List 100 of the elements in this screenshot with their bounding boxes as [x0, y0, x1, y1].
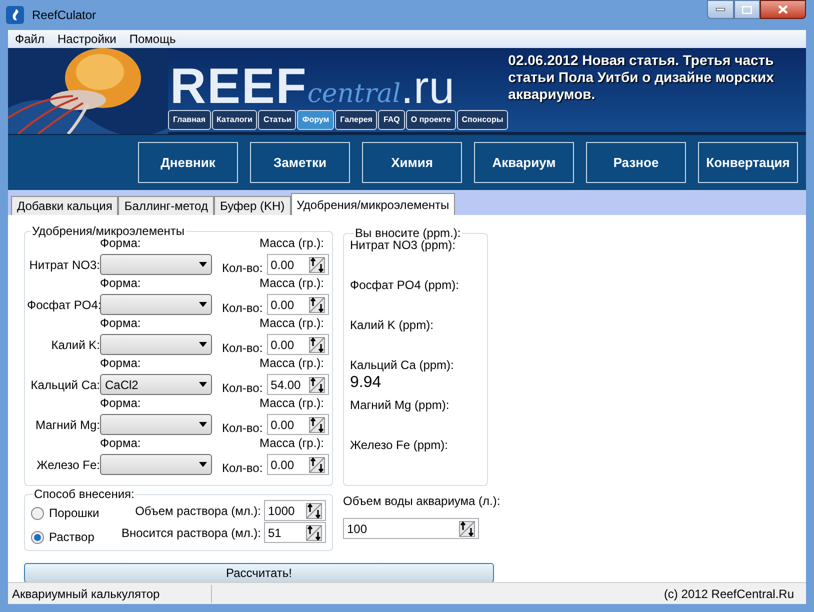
calculate-button[interactable]: Рассчитать! [24, 563, 494, 583]
news-text: 02.06.2012 Новая статья. Третья часть статьи Пола Уитби о дизайне морских аквариумов. [508, 52, 775, 104]
form-label: Форма: [100, 277, 141, 289]
minimize-button[interactable] [707, 0, 734, 19]
nav-button[interactable]: Заметки [250, 142, 350, 183]
site-link[interactable]: Статьи [258, 110, 296, 130]
form-label: Форма: [100, 237, 141, 249]
volume-label: Объем воды аквариума (л.): [343, 493, 500, 510]
radio-option[interactable]: Раствор [31, 528, 100, 546]
menu-item[interactable]: Помощь [129, 33, 176, 45]
tab[interactable]: Буфер (KH) [214, 196, 291, 215]
status-text: Аквариумный калькулятор [8, 584, 212, 602]
number-spinner[interactable]: 0.00 [266, 294, 329, 315]
dropdown-arrow-icon [199, 342, 207, 347]
dropdown-arrow-icon [199, 262, 207, 267]
form-label: Форма: [100, 437, 141, 449]
form-dropdown[interactable] [100, 254, 212, 275]
number-spinner[interactable]: 54.00 [266, 374, 329, 395]
number-spinner[interactable]: 0.00 [266, 414, 329, 435]
number-spinner[interactable]: 0.00 [266, 254, 329, 275]
nav-button[interactable]: Дневник [138, 142, 238, 183]
spin-arrows-icon[interactable] [306, 524, 322, 540]
number-spinner[interactable]: 51 [264, 522, 326, 543]
element-label: Фосфат PO4: [27, 296, 100, 314]
nav-button[interactable]: Разное [586, 142, 686, 183]
element-label: Железо Fe: [36, 456, 100, 474]
site-link[interactable]: Спонсоры [456, 110, 508, 130]
field-label: Объем раствора (мл.): [135, 502, 261, 520]
radio-button[interactable] [31, 506, 44, 520]
number-spinner[interactable]: 0.00 [266, 454, 329, 475]
close-icon [778, 5, 788, 14]
tab[interactable]: Добавки кальция [11, 196, 118, 215]
form-label: Форма: [100, 317, 141, 329]
element-label: Нитрат NO3: [28, 256, 100, 274]
dropdown-arrow-icon [199, 302, 207, 307]
spin-arrows-icon[interactable] [306, 502, 322, 518]
seahorse-icon [6, 6, 24, 24]
spin-arrows-icon[interactable] [308, 416, 325, 432]
form-dropdown[interactable] [100, 454, 212, 475]
radio-button[interactable] [31, 530, 44, 544]
quantity-label: Кол-во: [222, 300, 263, 317]
group-title: Способ внесения: [33, 488, 136, 500]
mass-label: Масса (гр.): [259, 357, 324, 369]
copyright-text: (c) 2012 ReefCentral.Ru [664, 586, 795, 602]
quantity-label: Кол-во: [222, 460, 263, 477]
spin-arrows-icon[interactable] [308, 456, 325, 472]
nav-button[interactable]: Аквариум [474, 142, 574, 183]
quantity-label: Кол-во: [222, 260, 263, 277]
mass-label: Масса (гр.): [259, 237, 324, 249]
site-link[interactable]: Главная [168, 110, 211, 130]
spin-arrows-icon[interactable] [308, 336, 325, 352]
mass-label: Масса (гр.): [259, 277, 324, 289]
site-link[interactable]: Галерея [335, 110, 378, 130]
tab[interactable]: Удобрения/микроэлементы [290, 193, 456, 215]
site-link[interactable]: FAQ [378, 110, 405, 130]
number-spinner[interactable]: 1000 [264, 500, 326, 521]
dropdown-arrow-icon [199, 382, 207, 387]
group-title: Вы вносите (ppm.): [354, 227, 462, 239]
close-button[interactable] [760, 0, 806, 19]
spin-arrows-icon[interactable] [459, 520, 475, 536]
result-label: Магний Mg (ppm): [350, 399, 450, 411]
element-label: Магний Mg: [34, 416, 100, 434]
result-label: Калий K (ppm): [350, 319, 434, 331]
result-label: Нитрат NO3 (ppm): [350, 239, 456, 251]
form-dropdown[interactable] [100, 414, 212, 435]
form-label: Форма: [100, 397, 141, 409]
result-label: Фосфат PO4 (ppm): [350, 279, 460, 291]
form-dropdown[interactable] [100, 334, 212, 355]
menu-item[interactable]: Файл [15, 33, 45, 45]
tab[interactable]: Баллинг-метод [118, 196, 214, 215]
spin-arrows-icon[interactable] [308, 376, 325, 392]
result-label: Кальций Ca (ppm): [350, 359, 455, 371]
spin-arrows-icon[interactable] [308, 256, 325, 272]
nav-button[interactable]: Химия [362, 142, 462, 183]
nav-button[interactable]: Конвертация [698, 142, 798, 183]
dropdown-arrow-icon [199, 422, 207, 427]
mass-label: Масса (гр.): [259, 437, 324, 449]
result-label: Железо Fe (ppm): [350, 439, 450, 451]
menu-item[interactable]: Настройки [58, 33, 116, 45]
result-value: 9.94 [350, 375, 382, 391]
number-spinner[interactable]: 0.00 [266, 334, 329, 355]
quantity-label: Кол-во: [222, 380, 263, 397]
site-link[interactable]: О проекте [406, 110, 456, 130]
window-title: ReefCulator [32, 7, 96, 24]
site-link[interactable]: Каталоги [212, 110, 258, 130]
logo-suffix: .ru [400, 69, 454, 106]
form-dropdown[interactable] [100, 294, 212, 315]
field-label: Вносится раствора (мл.): [121, 524, 261, 542]
maximize-icon [742, 6, 752, 14]
maximize-button[interactable] [734, 0, 760, 19]
number-spinner[interactable]: 100 [343, 518, 479, 539]
radio-option[interactable]: Порошки [31, 504, 100, 522]
form-dropdown[interactable]: CaCl2 [100, 374, 212, 395]
dropdown-arrow-icon [199, 462, 207, 467]
element-label: Кальций Ca: [30, 376, 100, 394]
logo-script: central [307, 82, 401, 106]
quantity-label: Кол-во: [222, 340, 263, 357]
group-title: Удобрения/микроэлементы [31, 225, 186, 237]
site-link[interactable]: Форум [297, 110, 334, 130]
spin-arrows-icon[interactable] [308, 296, 325, 312]
